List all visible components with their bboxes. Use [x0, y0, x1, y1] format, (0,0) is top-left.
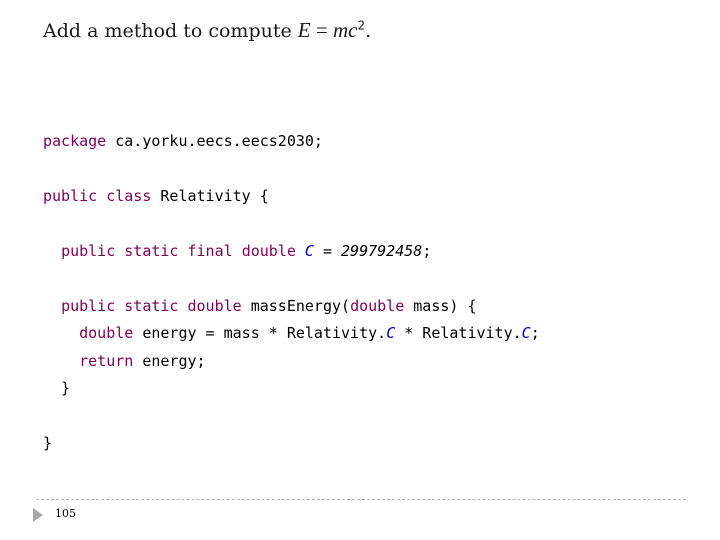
keyword: double [350, 297, 405, 315]
constant: C [386, 324, 396, 342]
constant: C [304, 242, 314, 260]
keyword: public [61, 242, 116, 260]
code-line-constant: public static final double C = 299792458… [43, 241, 431, 261]
footer-divider [36, 499, 686, 500]
math-mc: mc [332, 18, 358, 42]
keyword: return [79, 352, 134, 370]
keyword: final [187, 242, 233, 260]
keyword: static [124, 242, 179, 260]
math-equals: = [310, 18, 333, 42]
constant: C [521, 324, 531, 342]
code-text: ca.yorku.eecs.eecs2030; [106, 132, 323, 150]
code-line-package: package ca.yorku.eecs.eecs2030; [43, 131, 323, 151]
keyword: public [43, 187, 98, 205]
code-line-class-close: } [43, 434, 53, 452]
slide-title: Add a method to compute E = mc2. [43, 18, 371, 43]
title-text: Add a method to compute [43, 20, 298, 42]
keyword: double [241, 242, 296, 260]
code-text: massEnergy( [241, 297, 351, 315]
keyword: public [61, 297, 116, 315]
code-line-class: public class Relativity { [43, 186, 269, 206]
code-text: ; [530, 324, 540, 342]
keyword: static [124, 297, 179, 315]
code-text: mass) { [404, 297, 477, 315]
number-literal: 299792458 [341, 242, 423, 260]
keyword: package [43, 132, 107, 150]
keyword: double [79, 324, 134, 342]
keyword: class [106, 187, 152, 205]
code-text: energy; [133, 352, 206, 370]
code-line-method-signature: public static double massEnergy(double m… [43, 296, 477, 316]
keyword: double [187, 297, 242, 315]
math-exponent: 2 [357, 18, 366, 33]
page-number: 105 [55, 507, 76, 520]
code-line-method-close: } [43, 379, 71, 397]
code-text: energy = mass * Relativity. [133, 324, 387, 342]
code-line-energy: double energy = mass * Relativity.C * Re… [43, 323, 540, 343]
code-text: ; [422, 242, 432, 260]
code-line-return: return energy; [43, 351, 206, 371]
code-text: Relativity { [151, 187, 269, 205]
code-text: * Relativity. [395, 324, 522, 342]
code-text: = [313, 242, 342, 260]
title-period: . [365, 20, 372, 42]
triangle-bullet-icon [33, 508, 43, 522]
math-E: E [297, 18, 311, 42]
